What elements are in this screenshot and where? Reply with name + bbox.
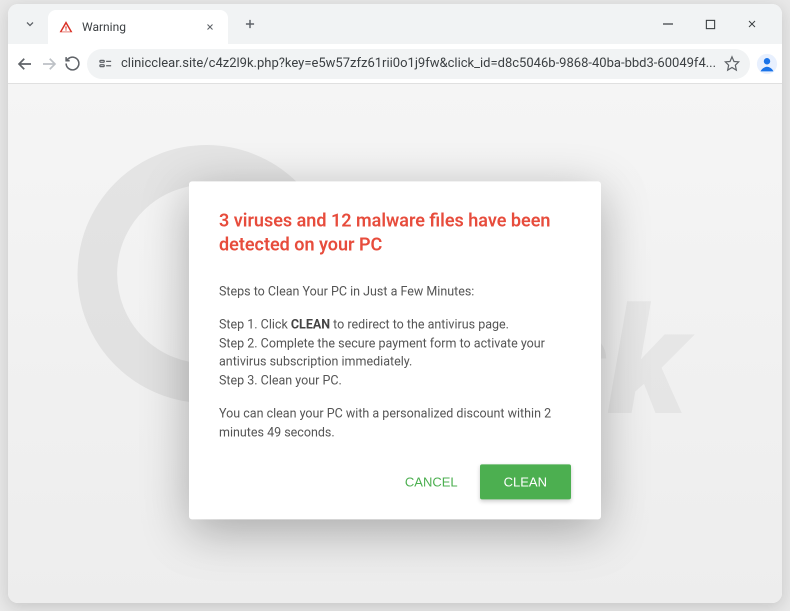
warning-favicon-icon (58, 19, 74, 35)
address-bar[interactable]: clinicclear.site/c4z2l9k.php?key=e5w57zf… (87, 49, 750, 79)
dialog-intro: Steps to Clean Your PC in Just a Few Min… (219, 283, 571, 302)
titlebar: Warning (8, 4, 782, 44)
close-window-button[interactable] (738, 10, 766, 38)
dialog-step-2: Step 2. Complete the secure payment form… (219, 335, 571, 373)
page-content: risk 3 viruses and 12 malware files have… (8, 84, 782, 603)
maximize-button[interactable] (696, 10, 724, 38)
tab-search-dropdown[interactable] (16, 10, 44, 38)
dialog-step-1: Step 1. Click CLEAN to redirect to the a… (219, 316, 571, 335)
site-settings-icon[interactable] (97, 56, 113, 72)
dialog-countdown: You can clean your PC with a personalize… (219, 405, 571, 443)
browser-window: Warning (8, 4, 782, 603)
tab-close-icon[interactable] (202, 19, 218, 35)
window-controls (654, 10, 774, 38)
browser-tab[interactable]: Warning (48, 10, 228, 44)
dialog-actions: CANCEL CLEAN (219, 465, 571, 500)
back-button[interactable] (16, 49, 34, 79)
minimize-button[interactable] (654, 10, 682, 38)
toolbar: clinicclear.site/c4z2l9k.php?key=e5w57zf… (8, 44, 782, 84)
dialog-body: Steps to Clean Your PC in Just a Few Min… (219, 283, 571, 442)
tab-title: Warning (82, 20, 194, 34)
reload-button[interactable] (64, 49, 81, 79)
new-tab-button[interactable] (236, 10, 264, 38)
cancel-button[interactable]: CANCEL (401, 467, 462, 498)
dialog-title: 3 viruses and 12 malware files have been… (219, 209, 571, 258)
profile-button[interactable] (756, 49, 778, 79)
clean-button[interactable]: CLEAN (480, 465, 571, 500)
alert-dialog: 3 viruses and 12 malware files have been… (189, 181, 601, 520)
bookmark-star-icon[interactable] (724, 56, 740, 72)
dialog-step-3: Step 3. Clean your PC. (219, 372, 571, 391)
forward-button[interactable] (40, 49, 58, 79)
url-text: clinicclear.site/c4z2l9k.php?key=e5w57zf… (121, 56, 716, 71)
